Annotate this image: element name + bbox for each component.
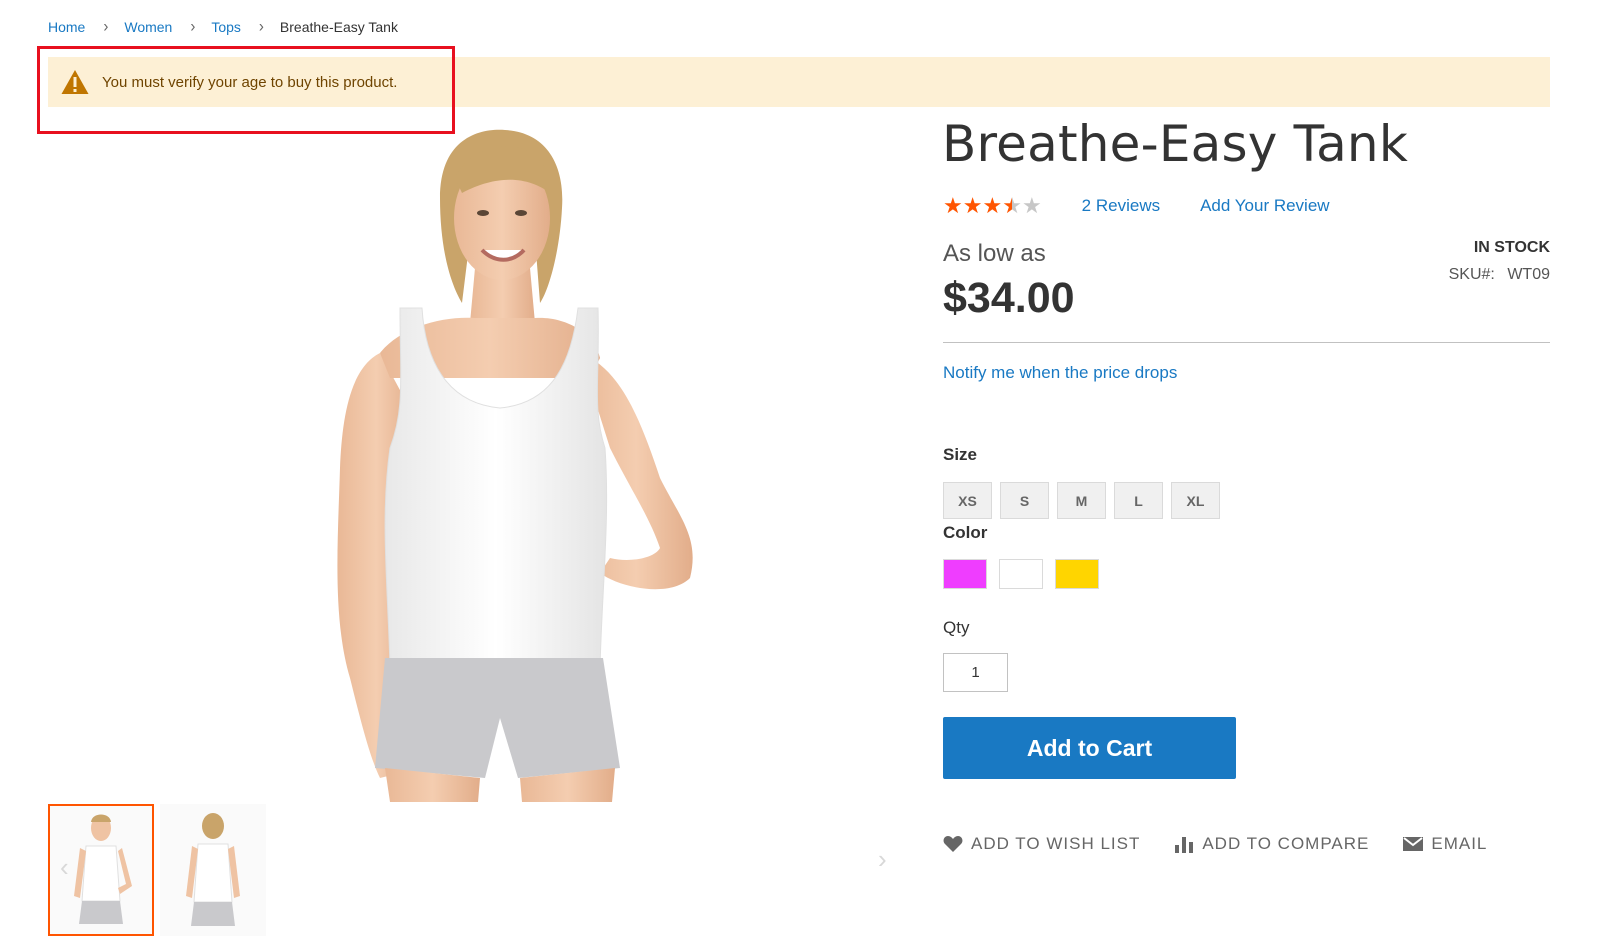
- sku-label: SKU#:: [1448, 266, 1495, 283]
- add-to-cart-button[interactable]: Add to Cart: [943, 717, 1236, 779]
- size-options: XS S M L XL: [943, 482, 1220, 519]
- size-option-xl[interactable]: XL: [1171, 482, 1220, 519]
- sku-value: WT09: [1507, 266, 1550, 283]
- thumbnail-strip: [48, 804, 266, 936]
- qty-input[interactable]: [943, 653, 1008, 692]
- gallery-prev-icon[interactable]: ‹: [60, 852, 69, 883]
- compare-icon: [1175, 837, 1194, 853]
- thumbnail-back[interactable]: [160, 804, 266, 936]
- breadcrumb-home[interactable]: Home: [48, 19, 85, 35]
- qty-label: Qty: [943, 618, 970, 637]
- chevron-right-icon: ›: [103, 17, 109, 36]
- price-drop-notify-link[interactable]: Notify me when the price drops: [943, 363, 1177, 383]
- breadcrumb: Home › Women › Tops › Breathe-Easy Tank: [48, 17, 398, 36]
- notice-message: You must verify your age to buy this pro…: [102, 73, 398, 91]
- price-prefix: As low as: [943, 240, 1046, 267]
- email-label: EMAIL: [1431, 834, 1488, 853]
- star-full-icon: ★: [962, 193, 983, 218]
- product-rating: ★ ★ ★ ★ ★ 2 Reviews Add Your Review: [943, 193, 1330, 219]
- color-swatch-yellow[interactable]: [1055, 559, 1099, 589]
- star-half-icon: ★: [1002, 193, 1022, 218]
- color-options: [943, 559, 1099, 589]
- size-option-s[interactable]: S: [1000, 482, 1049, 519]
- sku: SKU#: WT09: [1449, 266, 1550, 284]
- breadcrumb-women[interactable]: Women: [124, 19, 172, 35]
- color-label: Color: [943, 523, 988, 542]
- add-to-compare-label: ADD TO COMPARE: [1202, 834, 1370, 853]
- add-to-compare-link[interactable]: ADD TO COMPARE: [1174, 834, 1369, 854]
- add-review-link[interactable]: Add Your Review: [1200, 196, 1329, 216]
- product-actions: ADD TO WISH LIST ADD TO COMPARE EMAIL: [943, 834, 1521, 854]
- product-price: $34.00: [943, 274, 1075, 322]
- age-verification-notice: You must verify your age to buy this pro…: [48, 57, 1550, 107]
- star-full-icon: ★: [982, 193, 1003, 218]
- reviews-link[interactable]: 2 Reviews: [1082, 196, 1160, 216]
- stock-status: IN STOCK: [1473, 239, 1550, 256]
- woman-tank-top-image: [337, 129, 693, 802]
- breadcrumb-tops[interactable]: Tops: [211, 19, 241, 35]
- color-swatch-pink[interactable]: [943, 559, 987, 589]
- size-option-l[interactable]: L: [1114, 482, 1163, 519]
- heart-icon: [943, 836, 963, 852]
- product-main-image[interactable]: [200, 118, 860, 802]
- size-option-xs[interactable]: XS: [943, 482, 992, 519]
- size-option-m[interactable]: M: [1057, 482, 1106, 519]
- chevron-right-icon: ›: [258, 17, 264, 36]
- envelope-icon: [1403, 837, 1424, 851]
- divider: [943, 342, 1550, 343]
- chevron-right-icon: ›: [190, 17, 196, 36]
- email-link[interactable]: EMAIL: [1403, 834, 1487, 854]
- rating-stars: ★ ★ ★ ★ ★: [943, 193, 1042, 219]
- star-full-icon: ★: [943, 193, 963, 218]
- warning-icon: [61, 70, 89, 94]
- product-title: Breathe-Easy Tank: [942, 115, 1408, 173]
- thumbnail-back-image: [186, 813, 240, 926]
- star-empty-icon: ★: [1021, 193, 1042, 218]
- add-to-wishlist-link[interactable]: ADD TO WISH LIST: [943, 834, 1140, 854]
- breadcrumb-current: Breathe-Easy Tank: [279, 18, 398, 35]
- color-swatch-white[interactable]: [999, 559, 1043, 589]
- add-to-wishlist-label: ADD TO WISH LIST: [971, 834, 1141, 853]
- size-label: Size: [943, 445, 978, 464]
- gallery-next-icon[interactable]: ›: [878, 844, 887, 875]
